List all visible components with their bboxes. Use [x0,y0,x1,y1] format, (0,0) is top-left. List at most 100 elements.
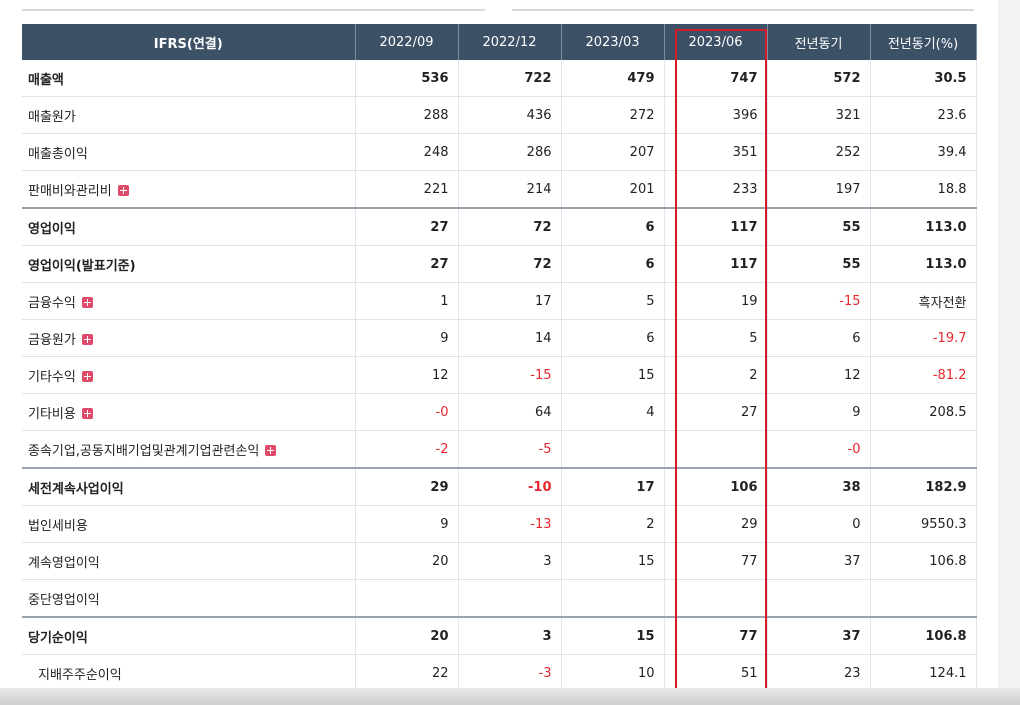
cell-value: -3 [458,654,562,692]
cell-value: 396 [664,96,768,134]
table-row: 매출액 536 722 479 747 572 30.5 [22,60,977,97]
cell-value: 233 [664,170,768,209]
cell-value: 72 [458,207,562,246]
cell-value: 23.6 [870,96,977,134]
cell-value: 55 [767,245,871,283]
row-label-text: 세전계속사업이익 [28,481,124,497]
cell-value: 6 [561,245,665,283]
cell-value: 9 [355,505,459,543]
cell-value: 3 [458,542,562,580]
cell-value: 536 [355,60,459,97]
row-label[interactable]: 기타비용 [22,393,356,431]
expand-plus-icon[interactable] [81,370,93,382]
cell-value: 18.8 [870,170,977,209]
table-row: 금융원가 9 14 6 5 6 -19.7 [22,319,977,357]
table-row: 세전계속사업이익 29 -10 17 106 38 182.9 [22,467,977,506]
row-label-text: 기타수익 [28,369,76,385]
row-label-text: 영업이익(발표기준) [28,258,136,274]
cell-value: 흑자전환 [870,282,977,320]
cell-value: -10 [458,467,562,506]
cell-value [870,579,977,618]
row-label-text: 당기순이익 [28,630,88,646]
cell-value: 77 [664,542,768,580]
row-label-text: 매출총이익 [28,146,88,162]
row-label[interactable]: 종속기업,공동지배기업및관계기업관련손익 [22,430,356,469]
row-label: 법인세비용 [22,505,356,543]
cell-value [561,430,665,469]
cell-value: 2 [664,356,768,394]
header-2022-12: 2022/12 [458,24,562,60]
cell-value: 29 [664,505,768,543]
row-label-text: 중단영업이익 [28,592,100,608]
row-label: 지배주주순이익 [22,654,356,692]
cell-value: 9 [355,319,459,357]
cell-value: 22 [355,654,459,692]
row-label: 세전계속사업이익 [22,467,356,506]
cell-value [664,579,768,618]
row-label-text: 계속영업이익 [28,555,100,571]
table-row: 영업이익(발표기준) 27 72 6 117 55 113.0 [22,245,977,283]
cell-value: 29 [355,467,459,506]
cell-value: 10 [561,654,665,692]
cell-value: 106.8 [870,616,977,655]
header-2023-03: 2023/03 [561,24,665,60]
cell-value: 38 [767,467,871,506]
row-label: 매출액 [22,60,356,97]
expand-plus-icon[interactable] [81,407,93,419]
cell-value: 117 [664,207,768,246]
cell-value: 9 [767,393,871,431]
expand-plus-icon[interactable] [117,184,129,196]
cell-value: 37 [767,542,871,580]
cell-value: 436 [458,96,562,134]
cell-value: 27 [355,207,459,246]
expand-plus-icon[interactable] [81,296,93,308]
top-divider-left [22,9,485,11]
table-row: 법인세비용 9 -13 2 29 0 9550.3 [22,505,977,543]
cell-value: -81.2 [870,356,977,394]
table-row: 매출원가 288 436 272 396 321 23.6 [22,96,977,134]
cell-value: -15 [767,282,871,320]
cell-value: -0 [767,430,871,469]
expand-plus-icon[interactable] [81,333,93,345]
row-label: 매출총이익 [22,133,356,171]
cell-value: 4 [561,393,665,431]
cell-value: 23 [767,654,871,692]
row-label: 매출원가 [22,96,356,134]
cell-value: 106.8 [870,542,977,580]
cell-value: 288 [355,96,459,134]
table-row: 계속영업이익 20 3 15 77 37 106.8 [22,542,977,580]
header-2022-09: 2022/09 [355,24,459,60]
row-label-text: 판매비와관리비 [28,183,112,199]
table-row: 지배주주순이익 22 -3 10 51 23 124.1 [22,654,977,692]
cell-value: -13 [458,505,562,543]
cell-value: 272 [561,96,665,134]
expand-plus-icon[interactable] [265,444,277,456]
row-label[interactable]: 금융수익 [22,282,356,320]
cell-value: 6 [561,319,665,357]
cell-value: 201 [561,170,665,209]
cell-value [561,579,665,618]
row-label[interactable]: 판매비와관리비 [22,170,356,209]
header-yoy: 전년동기 [767,24,871,60]
row-label[interactable]: 기타수익 [22,356,356,394]
cell-value: 15 [561,616,665,655]
cell-value: 20 [355,616,459,655]
header-yoy-pct: 전년동기(%) [870,24,977,60]
cell-value: 722 [458,60,562,97]
cell-value: 1 [355,282,459,320]
cell-value: -19.7 [870,319,977,357]
cell-value: 3 [458,616,562,655]
row-label[interactable]: 금융원가 [22,319,356,357]
cell-value: 51 [664,654,768,692]
row-label-text: 금융원가 [28,332,76,348]
cell-value: 17 [561,467,665,506]
top-strip [0,0,1020,14]
cell-value: 124.1 [870,654,977,692]
cell-value: 113.0 [870,207,977,246]
cell-value: -0 [355,393,459,431]
cell-value: 321 [767,96,871,134]
row-label-text: 매출액 [28,72,64,88]
cell-value: 64 [458,393,562,431]
cell-value: 117 [664,245,768,283]
cell-value [767,579,871,618]
